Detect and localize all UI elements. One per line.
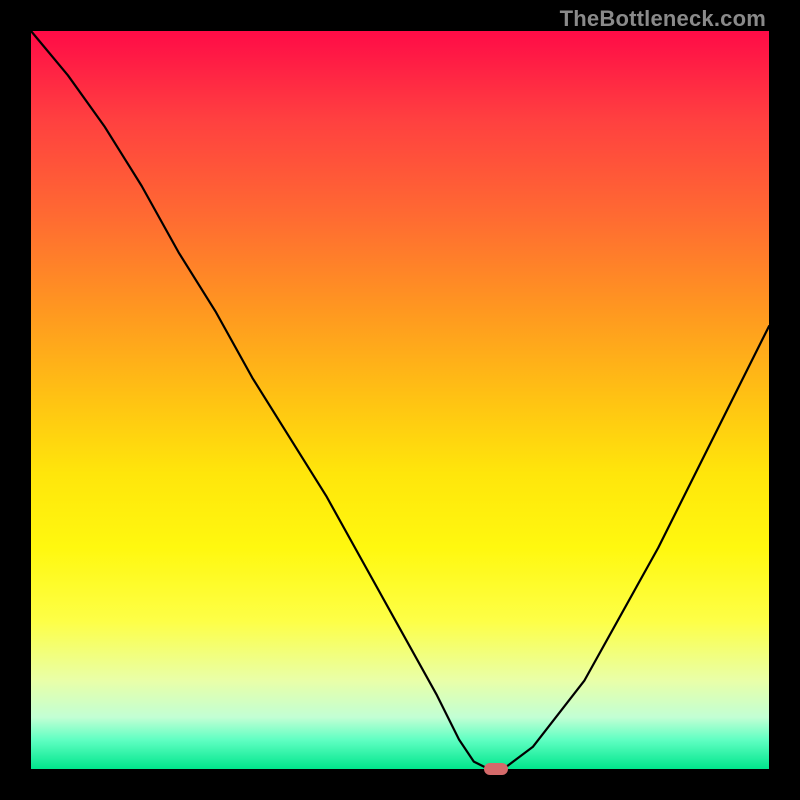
- bottleneck-curve: [31, 31, 769, 769]
- plot-area: [31, 31, 769, 769]
- chart-root: TheBottleneck.com: [0, 0, 800, 800]
- site-watermark: TheBottleneck.com: [560, 6, 766, 32]
- curve-path: [31, 31, 769, 769]
- optimum-marker: [484, 763, 508, 775]
